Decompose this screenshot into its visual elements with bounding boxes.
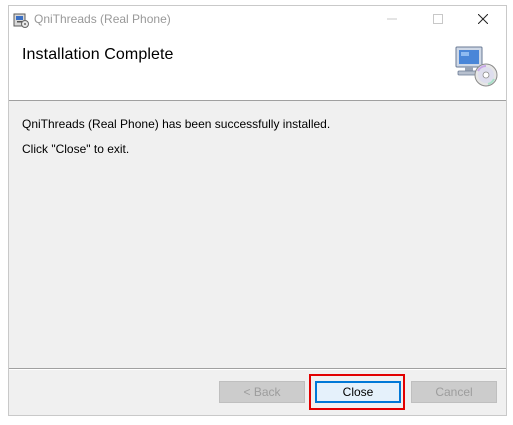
- computer-cd-icon: [452, 43, 502, 91]
- wizard-header: Installation Complete: [9, 34, 506, 101]
- cancel-button[interactable]: Cancel: [411, 381, 497, 403]
- title-bar[interactable]: QniThreads (Real Phone): [9, 6, 506, 34]
- installer-window: QniThreads (Real Phone) Installation Com…: [8, 5, 507, 416]
- page-title: Installation Complete: [22, 46, 174, 63]
- minimize-button[interactable]: [369, 6, 415, 34]
- close-icon: [477, 13, 489, 27]
- maximize-icon: [433, 13, 443, 27]
- back-button[interactable]: < Back: [219, 381, 305, 403]
- window-title: QniThreads (Real Phone): [34, 12, 171, 26]
- wizard-body: QniThreads (Real Phone) has been success…: [9, 102, 506, 364]
- minimize-icon: [387, 13, 397, 27]
- installer-icon: [12, 11, 30, 29]
- maximize-button[interactable]: [415, 6, 461, 34]
- success-message: QniThreads (Real Phone) has been success…: [22, 117, 331, 131]
- close-window-button[interactable]: [460, 6, 506, 34]
- exit-instruction: Click "Close" to exit.: [22, 142, 130, 156]
- footer-divider: [9, 368, 506, 370]
- close-button[interactable]: Close: [315, 381, 401, 403]
